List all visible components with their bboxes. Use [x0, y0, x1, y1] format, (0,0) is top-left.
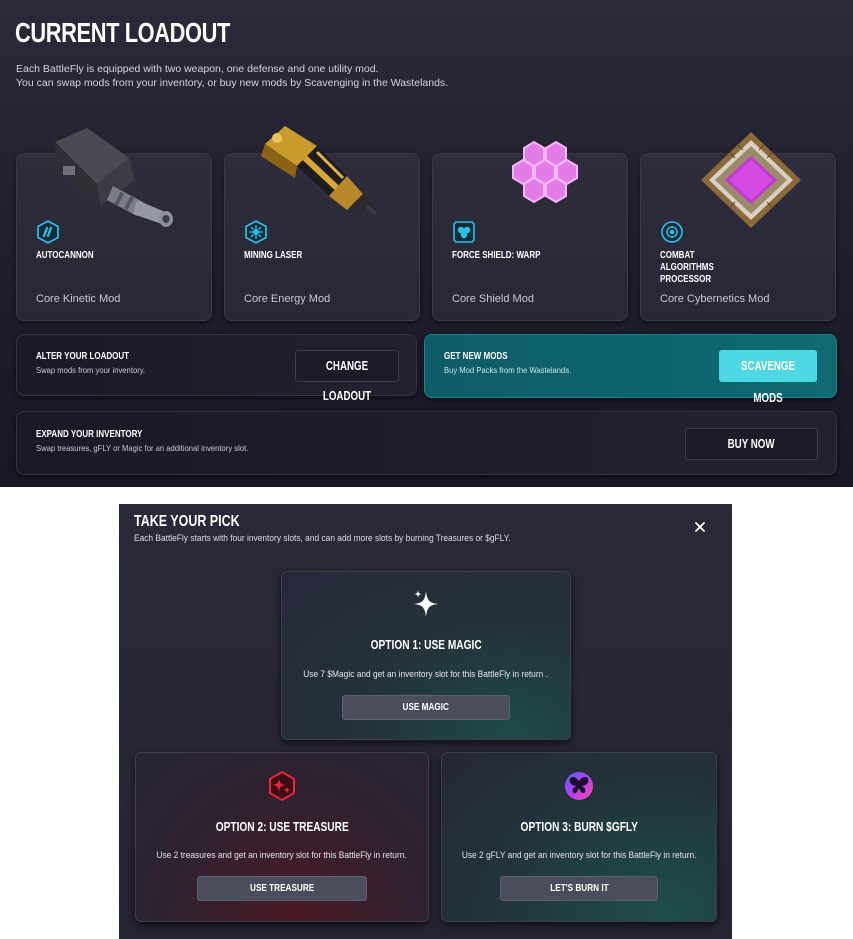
mod-card-autocannon[interactable]: AUTOCANNON Core Kinetic Mod [16, 128, 212, 321]
mining-laser-image [261, 126, 377, 216]
modal-subtitle: Each BattleFly starts with four inventor… [134, 533, 511, 543]
shield-icon [453, 221, 475, 243]
alter-loadout-title: ALTER YOUR LOADOUT [36, 351, 130, 362]
alter-loadout-panel: ALTER YOUR LOADOUT Swap mods from your i… [16, 334, 417, 403]
use-treasure-button[interactable]: USE TREASURE [197, 876, 367, 901]
get-new-mods-subtitle: Buy Mod Packs from the Wastelands. [444, 365, 572, 375]
mod-card-combat-algorithms-processor[interactable]: COMBAT ALGORITHMS PROCESSOR Core Cyberne… [640, 132, 836, 321]
close-icon[interactable] [692, 519, 708, 535]
energy-icon [245, 220, 267, 244]
mod-name: COMBAT ALGORITHMS PROCESSOR [660, 250, 714, 285]
sparkles-icon [414, 590, 438, 617]
use-magic-button[interactable]: USE MAGIC [342, 695, 510, 720]
modal-title: TAKE YOUR PICK [134, 513, 240, 530]
option-title: OPTION 2: USE TREASURE [215, 819, 349, 834]
alter-loadout-subtitle: Swap mods from your inventory. [36, 365, 146, 375]
option-description: Use 7 $Magic and get an inventory slot f… [303, 669, 549, 679]
mod-name: AUTOCANNON [36, 250, 94, 261]
mod-type: Core Cybernetics Mod [660, 293, 770, 305]
mod-name: FORCE SHIELD: WARP [452, 250, 541, 261]
scavenge-mods-button[interactable]: SCAVENGE MODS [719, 350, 817, 405]
expand-inventory-subtitle: Swap treasures, gFLY or Magic for an add… [36, 443, 249, 453]
page-title: CURRENT LOADOUT [15, 17, 230, 48]
get-new-mods-title: GET NEW MODS [444, 351, 508, 362]
processor-chip-image [701, 132, 801, 228]
option-use-magic-card: OPTION 1: USE MAGIC Use 7 $Magic and get… [281, 571, 571, 740]
option-title: OPTION 1: USE MAGIC [370, 637, 482, 652]
current-loadout-panel: CURRENT LOADOUT Each BattleFly is equipp… [0, 0, 853, 487]
change-loadout-button[interactable]: CHANGE LOADOUT [295, 350, 399, 403]
mod-type: Core Shield Mod [452, 293, 534, 305]
option-description: Use 2 treasures and get an inventory slo… [156, 850, 408, 860]
option-description: Use 2 gFLY and get an inventory slot for… [461, 850, 697, 860]
option-burn-gfly-card: OPTION 3: BURN $GFLY Use 2 gFLY and get … [441, 752, 717, 922]
expand-inventory-panel: EXPAND YOUR INVENTORY Swap treasures, gF… [16, 411, 837, 475]
lets-burn-it-button[interactable]: LET'S BURN IT [500, 876, 658, 901]
mod-card-force-shield[interactable]: FORCE SHIELD: WARP Core Shield Mod [432, 140, 628, 321]
option-title: OPTION 3: BURN $GFLY [520, 819, 638, 834]
treasure-icon [269, 770, 295, 802]
mod-type: Core Energy Mod [244, 293, 331, 305]
option-use-treasure-card: OPTION 2: USE TREASURE Use 2 treasures a… [135, 752, 429, 922]
mod-type: Core Kinetic Mod [36, 293, 121, 305]
intro-text-line-2: You can swap mods from your inventory, o… [16, 77, 449, 89]
mod-name: MINING LASER [244, 250, 303, 261]
buy-now-button[interactable]: BUY NOW [685, 428, 818, 460]
cybernetics-icon [661, 221, 683, 243]
force-shield-image [512, 140, 578, 204]
expand-inventory-title: EXPAND YOUR INVENTORY [36, 429, 143, 440]
mod-card-mining-laser[interactable]: MINING LASER Core Energy Mod [224, 126, 420, 321]
kinetic-icon [37, 220, 59, 244]
get-new-mods-panel: GET NEW MODS Buy Mod Packs from the Wast… [424, 334, 837, 405]
autocannon-image [55, 128, 173, 227]
take-your-pick-modal: TAKE YOUR PICK Each BattleFly starts wit… [119, 504, 732, 939]
intro-text-line-1: Each BattleFly is equipped with two weap… [16, 63, 379, 75]
gfly-butterfly-icon [565, 772, 593, 800]
